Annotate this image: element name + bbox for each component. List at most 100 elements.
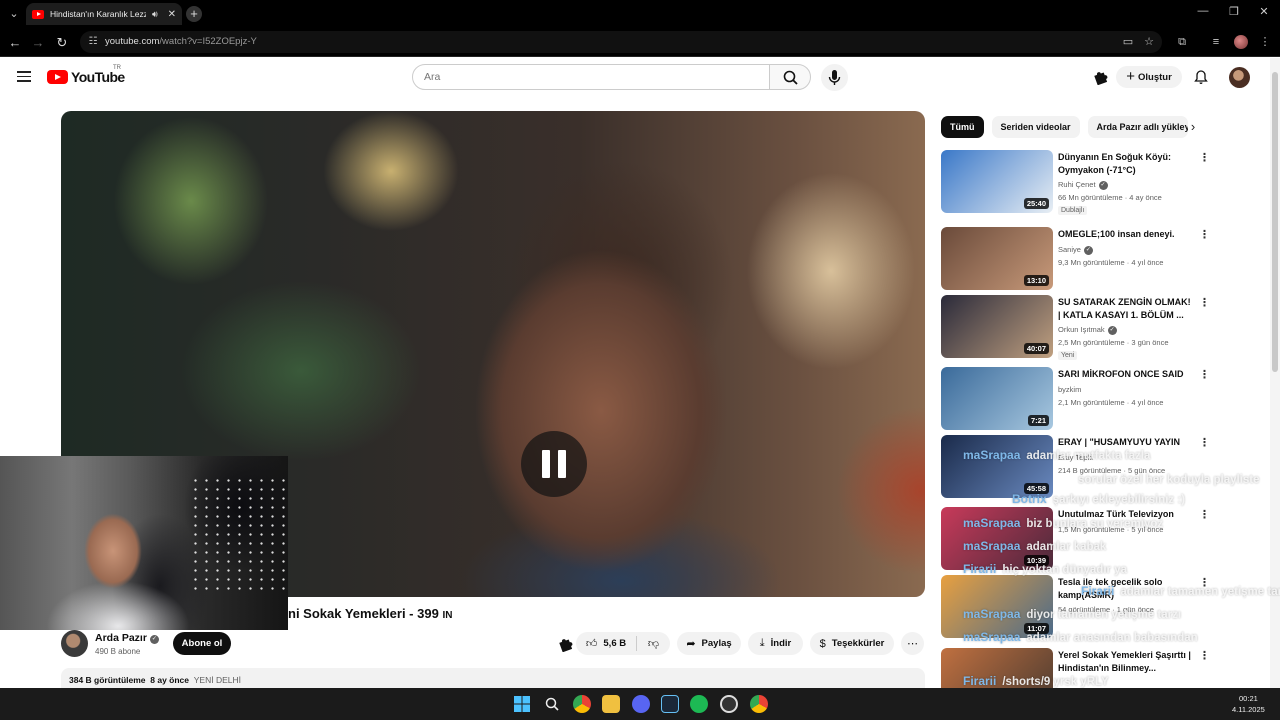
recommendation-title[interactable]: SARI MİKROFON ONCE SAID <box>1058 368 1193 381</box>
fairy-lights-decoration <box>190 476 285 596</box>
subscribe-button[interactable]: Abone ol <box>173 632 231 655</box>
close-window-icon[interactable]: ✕ <box>1254 5 1274 18</box>
recommendation-thumbnail[interactable]: 13:10 <box>941 227 1053 290</box>
recommendation-item[interactable]: 13:10 OMEGLE;100 insan deneyi. Saniye ✓ 9,3 … <box>941 227 1211 291</box>
chevron-right-icon[interactable]: › <box>1185 119 1201 135</box>
tab-close-icon[interactable]: ✕ <box>168 9 176 20</box>
tab-audio-icon[interactable]: 🔊︎ <box>152 9 158 20</box>
notifications-bell-icon[interactable] <box>1193 69 1209 85</box>
windows-start-icon[interactable] <box>514 696 530 712</box>
verified-badge-icon: ✓ <box>1083 246 1093 255</box>
recommendation-title[interactable]: SU SATARAK ZENGİN OLMAK! | KATLA KASAYI … <box>1058 296 1193 321</box>
obs-icon[interactable] <box>720 695 738 713</box>
recommendation-title[interactable]: Yerel Sokak Yemekleri Şaşırttı | Hindist… <box>1058 649 1193 674</box>
like-button[interactable]: 👍︎ 5,6 B <box>576 632 636 655</box>
voice-search-button[interactable] <box>821 64 848 91</box>
chat-message: sorular özel her koduyla playliste <box>1078 470 1260 488</box>
chip-all[interactable]: Tümü <box>941 116 984 138</box>
back-icon[interactable]: ← <box>6 34 24 52</box>
chat-message: maSrapaa adamlar mutfakta fazla <box>963 446 1150 464</box>
more-vert-icon[interactable]: ⋮ <box>1199 437 1210 449</box>
browser-profile-avatar[interactable] <box>1234 35 1248 49</box>
channel-avatar[interactable] <box>61 630 88 657</box>
thanks-dollar-icon: $ <box>819 637 826 650</box>
more-vert-icon[interactable]: ⋮ <box>1199 509 1210 521</box>
chat-text: diyor tamamen yetişme tarzı <box>1026 609 1182 621</box>
recommendation-thumbnail[interactable]: 7:21 <box>941 367 1053 430</box>
system-clock[interactable]: 00:21 4.11.2025 <box>1232 693 1265 715</box>
description-box[interactable]: 384 B görüntüleme 8 ay önce YENİ DELHİ <box>61 668 925 690</box>
recommendation-thumbnail[interactable]: 40:07 <box>941 295 1053 358</box>
site-info-icon[interactable]: ☷ <box>86 35 100 49</box>
pause-button[interactable] <box>521 431 587 497</box>
reload-icon[interactable]: ↻ <box>53 34 71 52</box>
share-arrow-icon: ➦ <box>686 638 696 650</box>
guide-menu-icon[interactable] <box>17 71 31 82</box>
chip-uploader[interactable]: Arda Pazır adlı yükley <box>1087 116 1188 138</box>
minimize-icon[interactable]: — <box>1193 5 1213 17</box>
ai-sparkle-icon[interactable] <box>557 636 573 652</box>
chat-text: /shorts/9 yrsk yRLY <box>1002 676 1109 688</box>
recommendation-item[interactable]: 7:21 SARI MİKROFON ONCE SAID byzkim 2,1 Mn … <box>941 367 1211 431</box>
chat-message: Firarii hiç yoktan dünyadır ya <box>963 560 1127 578</box>
recommendation-item[interactable]: 40:07 SU SATARAK ZENGİN OLMAK! | KATLA KA… <box>941 295 1211 360</box>
more-vert-icon[interactable]: ⋮ <box>1199 152 1210 164</box>
chat-text: adamlar anasından babasından <box>1026 632 1198 644</box>
search-input[interactable] <box>413 65 753 89</box>
more-vert-icon[interactable]: ⋮ <box>1199 650 1210 662</box>
bookmark-star-icon[interactable]: ☆ <box>1142 35 1156 49</box>
chip-series[interactable]: Seriden videolar <box>991 116 1080 138</box>
chat-username: maSrapaa <box>963 516 1021 530</box>
channel-name[interactable]: Arda Pazır ✓ <box>95 632 159 644</box>
recommendation-title[interactable]: Dünyanın En Soğuk Köyü: Oymyakon (-71°C) <box>1058 151 1193 176</box>
chat-username: Firarii <box>1081 584 1115 598</box>
browser-tab[interactable]: Hindistan'ın Karanlık Lezzet 🔊︎ ✕ <box>26 3 182 25</box>
verified-badge-icon: ✓ <box>149 635 159 644</box>
more-actions-button[interactable]: ⋯ <box>901 632 924 655</box>
create-button[interactable]: + Oluştur <box>1116 66 1182 88</box>
recommendation-title[interactable]: OMEGLE;100 insan deneyi. <box>1058 228 1193 241</box>
upload-date: 8 ay önce <box>150 675 190 685</box>
search-button[interactable] <box>769 64 811 90</box>
extensions-icon[interactable]: ⧉ <box>1174 34 1190 50</box>
more-vert-icon[interactable]: ⋮ <box>1199 369 1210 381</box>
share-button[interactable]: ➦ Paylaş <box>677 632 741 655</box>
recommendation-thumbnail[interactable]: 25:40 <box>941 150 1053 213</box>
recommendation-views: 9,3 Mn görüntüleme · 4 yıl önce <box>1058 258 1164 267</box>
forward-icon[interactable]: → <box>29 34 47 52</box>
steam-icon[interactable] <box>661 695 679 713</box>
discord-icon[interactable] <box>632 695 650 713</box>
chrome-menu-icon[interactable]: ⋮ <box>1257 34 1273 50</box>
address-bar[interactable]: ☷ youtube.com/watch?v=I52ZOEpjz-Y ▭ ☆ <box>80 31 1162 53</box>
thanks-button[interactable]: $ Teşekkürler <box>810 632 894 655</box>
download-button[interactable]: ⤓ İndir <box>748 632 803 655</box>
new-tab-button[interactable]: + <box>186 6 202 22</box>
scrollbar-thumb[interactable] <box>1272 72 1278 372</box>
recommendation-channel[interactable]: Orkun Işıtmak ✓ <box>1058 325 1117 335</box>
recommendation-item[interactable]: 25:40 Dünyanın En Soğuk Köyü: Oymyakon (-… <box>941 150 1211 215</box>
recommendation-thumbnail[interactable]: 45:58 <box>941 435 1053 498</box>
chrome-active-icon[interactable] <box>750 695 768 713</box>
dislike-button[interactable]: 👎︎ <box>637 632 670 655</box>
taskbar-search-icon[interactable] <box>544 696 560 712</box>
file-explorer-icon[interactable] <box>602 695 620 713</box>
location-tag[interactable]: YENİ DELHİ <box>194 675 241 685</box>
recommendation-channel[interactable]: Saniye ✓ <box>1058 245 1093 255</box>
account-avatar[interactable] <box>1229 67 1250 88</box>
media-controls-icon[interactable]: ≡ <box>1208 34 1224 50</box>
chrome-app-icon[interactable] <box>573 695 591 713</box>
recommendation-channel[interactable]: byzkim <box>1058 385 1081 394</box>
youtube-logo[interactable]: YouTube TR <box>47 65 125 85</box>
cast-icon[interactable]: ▭ <box>1121 35 1135 49</box>
chat-text: adamlar tamamen yetişme tarzı <box>1120 586 1280 598</box>
more-vert-icon[interactable]: ⋮ <box>1199 297 1210 309</box>
extension-puzzle-icon[interactable] <box>1092 69 1108 85</box>
tab-title: Hindistan'ın Karanlık Lezzet <box>50 9 146 19</box>
spotify-icon[interactable] <box>690 695 708 713</box>
restore-icon[interactable]: ❐ <box>1224 5 1244 18</box>
chat-username: maSrapaa <box>963 630 1021 644</box>
recommendation-channel[interactable]: Ruhi Çenet ✓ <box>1058 180 1108 190</box>
tab-search-chevron-icon[interactable]: ⌄ <box>6 6 22 22</box>
chat-username: Firarii <box>963 674 997 688</box>
more-vert-icon[interactable]: ⋮ <box>1199 229 1210 241</box>
